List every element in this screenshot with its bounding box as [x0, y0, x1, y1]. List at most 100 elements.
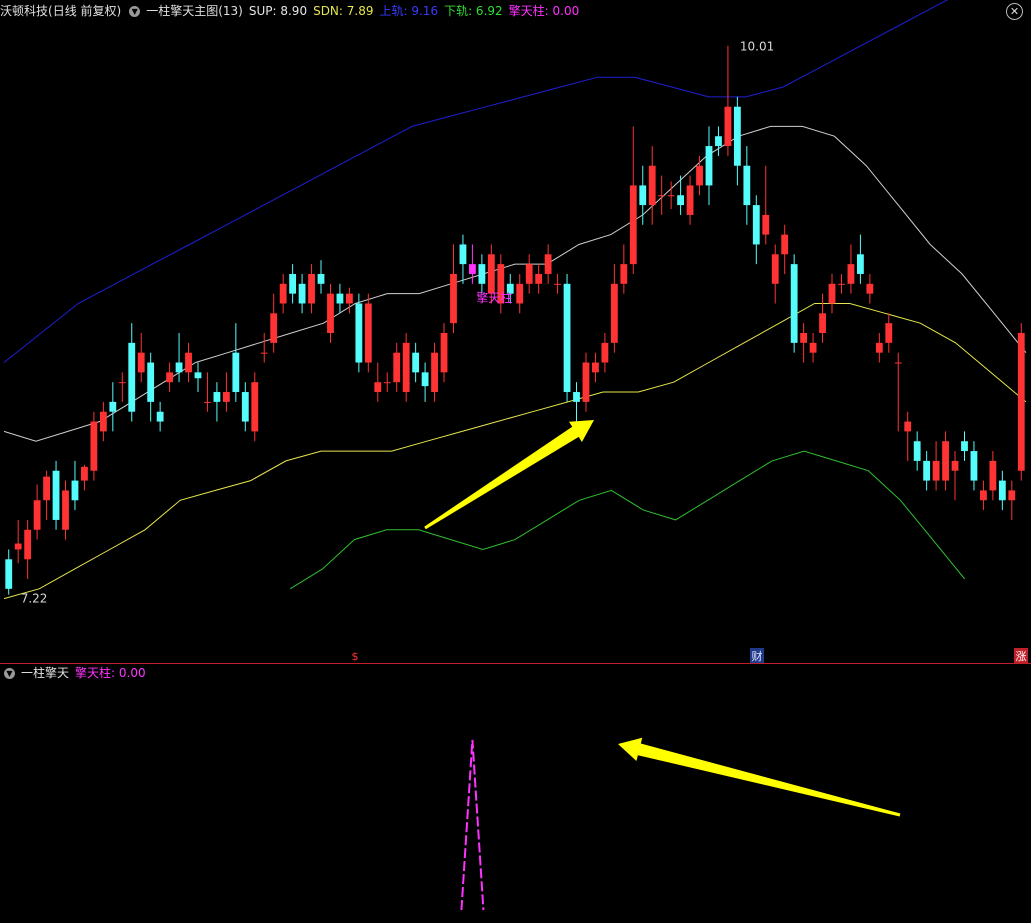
candle-body-66 [629, 185, 637, 265]
candle-body-63 [601, 342, 609, 363]
candle-body-78 [743, 165, 751, 206]
signal-spike-line [460, 739, 485, 911]
candle-body-57 [544, 254, 552, 274]
candle-body-56 [535, 273, 543, 284]
candle-body-61 [582, 362, 590, 402]
candle-body-8 [81, 466, 88, 481]
candle-body-49 [469, 264, 476, 274]
candle-body-51 [487, 254, 495, 294]
candle-body-38 [364, 303, 372, 363]
candle-body-74 [705, 146, 713, 186]
candle-body-21 [204, 401, 211, 403]
candle-body-34 [327, 293, 334, 333]
candle-body-60 [573, 392, 580, 402]
candle-body-20 [194, 372, 202, 379]
candle-body-30 [289, 273, 297, 294]
candle-body-71 [677, 195, 685, 206]
candle-body-94 [894, 362, 902, 364]
main-chart-arrow [424, 420, 594, 530]
candle-body-35 [336, 293, 344, 304]
sub-chart-arrow [618, 737, 901, 817]
candle-body-41 [393, 352, 401, 383]
candle-body-36 [345, 293, 353, 304]
candle-body-42 [402, 342, 410, 393]
candle-body-55 [525, 264, 533, 284]
candle-body-24 [232, 352, 240, 393]
candle-body-22 [213, 392, 221, 402]
candle-body-91 [866, 283, 874, 294]
candle-body-29 [279, 283, 287, 304]
candle-body-26 [251, 382, 259, 432]
band-lines [3, 0, 1027, 600]
candle-body-77 [733, 106, 741, 166]
candle-body-4 [43, 476, 50, 501]
candle-body-79 [752, 205, 760, 245]
candle-body-92 [875, 342, 883, 353]
candle-body-106 [1008, 490, 1016, 501]
candle-body-13 [128, 342, 136, 412]
candle-body-23 [222, 392, 230, 402]
candle-body-70 [667, 195, 675, 197]
candle-body-12 [118, 382, 126, 384]
candle-body-104 [989, 460, 997, 491]
candle-body-69 [658, 195, 666, 197]
candle-body-6 [62, 490, 69, 530]
candle-body-58 [554, 283, 561, 285]
candle-body-85 [809, 342, 817, 353]
candle-body-97 [923, 460, 931, 481]
marker-1: 财 [752, 649, 763, 663]
candle-body-50 [478, 264, 486, 284]
high-price-label: 10.01 [740, 40, 774, 54]
candle-body-9 [90, 421, 98, 471]
candle-body-67 [639, 185, 647, 206]
candles [5, 45, 1025, 595]
candle-body-75 [715, 136, 722, 147]
candle-body-47 [450, 273, 457, 324]
candle-body-43 [412, 352, 420, 373]
chart-canvas: 10.01 7.22 擎天柱 $ 财 涨 [3, 0, 1028, 911]
candle-body-15 [147, 362, 155, 402]
candle-body-40 [383, 382, 391, 384]
band-line-1 [3, 125, 1027, 442]
candle-body-37 [355, 303, 363, 363]
candle-body-68 [648, 165, 656, 206]
candle-body-31 [298, 283, 306, 304]
candle-body-86 [819, 313, 826, 333]
candle-body-7 [71, 480, 79, 501]
candle-body-28 [270, 313, 278, 343]
candle-body-19 [185, 352, 192, 373]
candle-body-48 [459, 244, 467, 265]
candle-body-27 [260, 352, 268, 354]
candle-body-99 [942, 441, 949, 481]
candle-body-44 [421, 372, 429, 387]
candle-body-62 [592, 362, 599, 373]
candle-body-82 [781, 234, 789, 255]
candle-body-33 [317, 273, 325, 284]
candle-body-16 [156, 411, 164, 422]
candle-body-59 [563, 283, 571, 393]
band-line-2 [3, 303, 1027, 600]
candle-body-10 [99, 411, 107, 432]
candle-body-3 [33, 500, 41, 530]
candle-body-72 [686, 185, 694, 215]
candle-body-32 [308, 273, 315, 304]
candle-body-83 [790, 264, 798, 343]
candle-body-0 [5, 559, 13, 589]
candle-body-96 [913, 441, 921, 461]
candle-body-107 [1017, 333, 1025, 471]
candle-body-2 [24, 529, 32, 560]
candle-body-105 [998, 480, 1006, 501]
band-line-3 [289, 450, 966, 590]
candle-body-18 [175, 362, 183, 373]
candle-body-87 [828, 283, 836, 304]
candle-body-98 [932, 460, 940, 481]
candle-body-17 [166, 372, 174, 383]
candle-body-64 [610, 283, 618, 343]
candle-body-46 [440, 333, 448, 373]
candle-body-89 [847, 264, 855, 284]
signal-label: 擎天柱 [476, 290, 512, 305]
marker-0: $ [352, 650, 359, 663]
candle-body-45 [431, 352, 438, 393]
candle-body-88 [838, 283, 845, 285]
candle-body-103 [980, 490, 987, 501]
